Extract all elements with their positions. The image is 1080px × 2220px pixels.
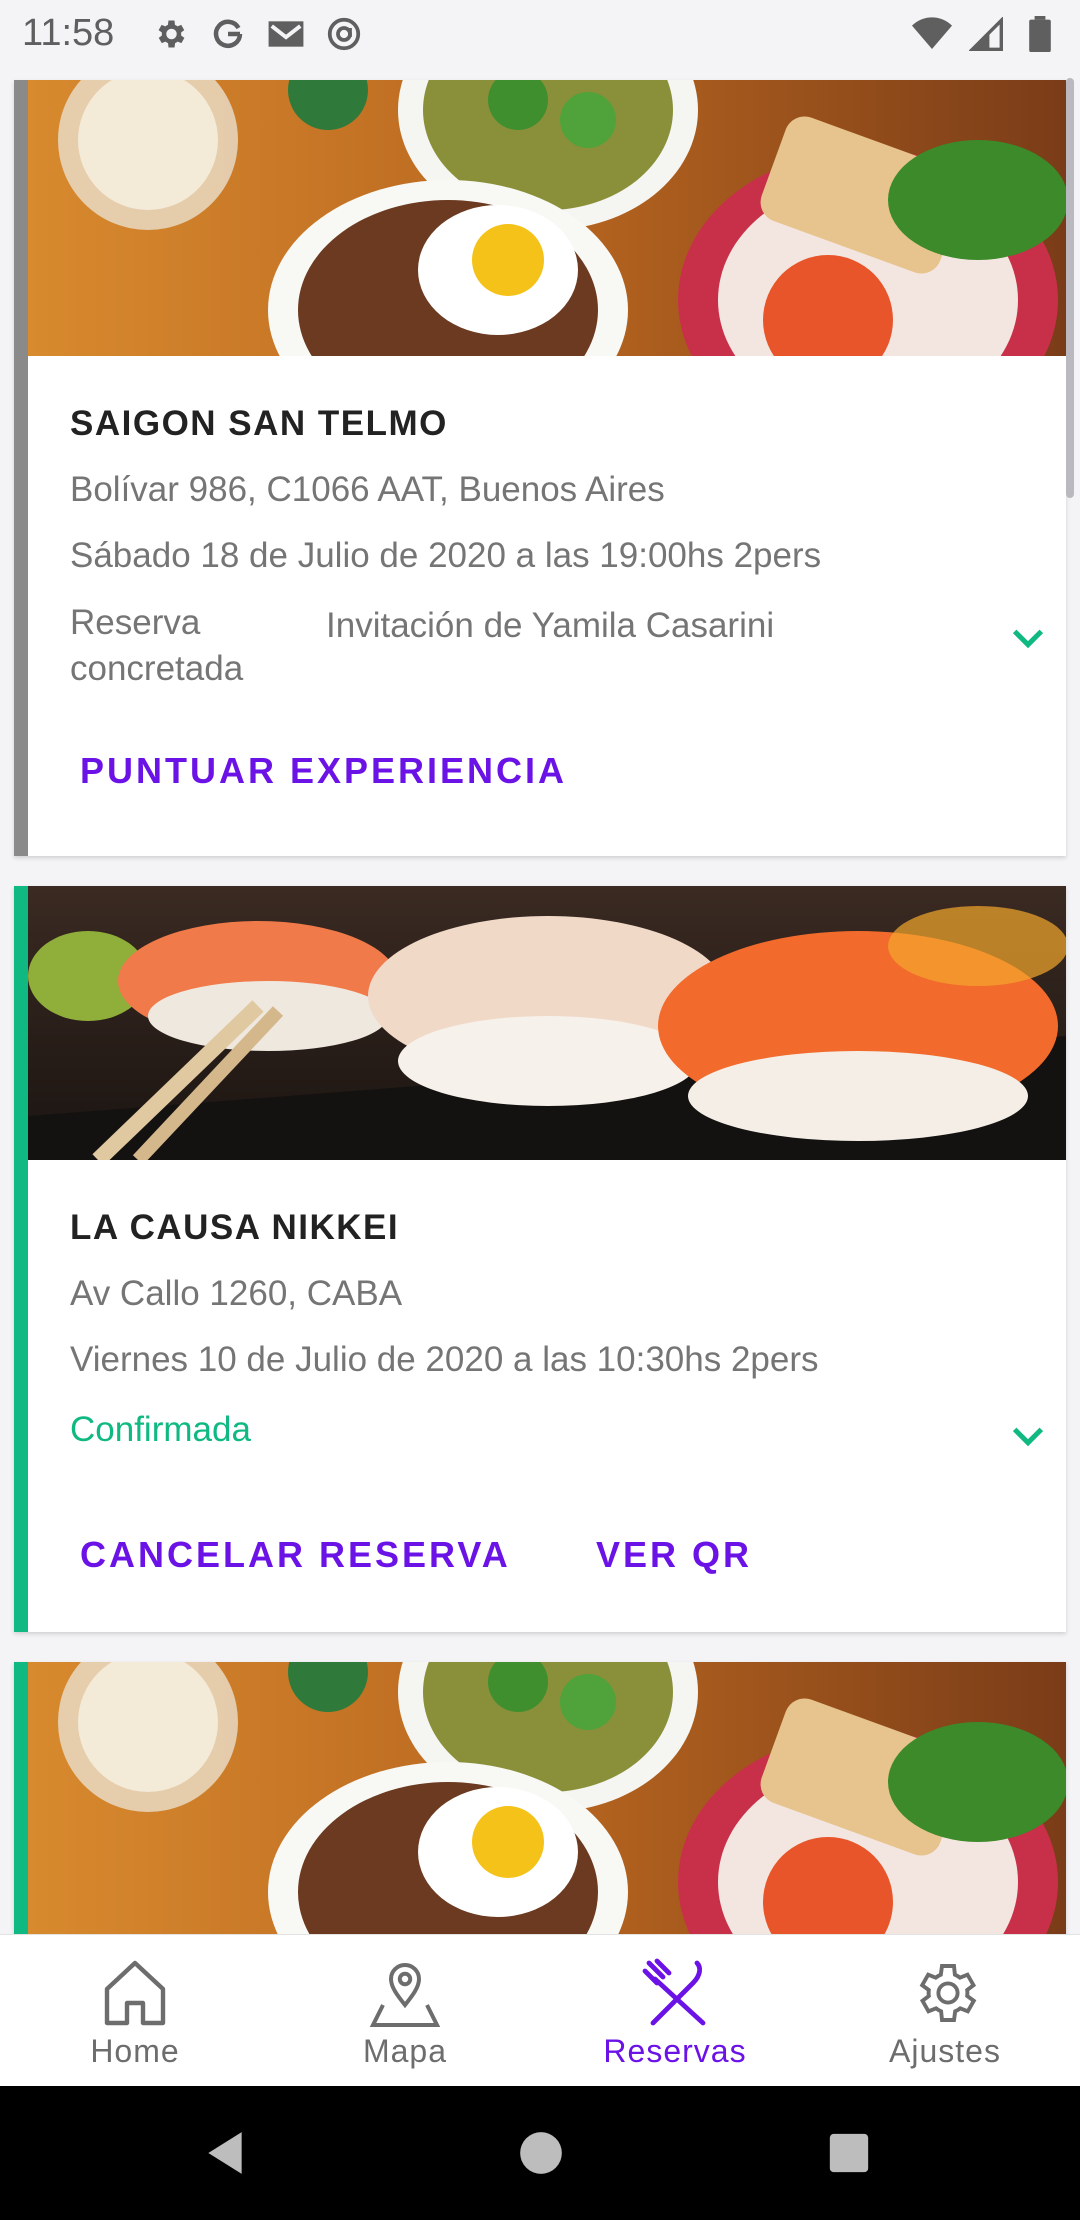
- nav-label: Mapa: [362, 2033, 448, 2069]
- reservation-datetime: Viernes 10 de Julio de 2020 a las 10:30h…: [70, 1340, 819, 1379]
- status-time: 11:58: [22, 12, 115, 54]
- back-icon[interactable]: [200, 2128, 250, 2183]
- rate-experience-button[interactable]: PUNTUAR EXPERIENCIA: [80, 750, 567, 792]
- signal-icon: [966, 14, 1006, 54]
- recents-icon[interactable]: [826, 2130, 872, 2181]
- card-accent-bar: [14, 1662, 28, 1934]
- nav-label: Reservas: [603, 2033, 747, 2069]
- nav-label: Home: [90, 2033, 180, 2069]
- map-pin-icon: [367, 1957, 443, 2029]
- reservation-card[interactable]: SAIGON SAN TELMO Bolívar 986, C1066 AAT,…: [14, 80, 1066, 856]
- nav-item-reservas[interactable]: Reservas: [540, 1935, 810, 2087]
- wifi-icon: [912, 14, 952, 54]
- chevron-down-icon[interactable]: [1008, 618, 1048, 658]
- gmail-icon: [266, 14, 306, 54]
- invitation-text: Invitación de Yamila Casarini: [326, 606, 775, 645]
- restaurant-photo: [28, 80, 1066, 356]
- nav-label: Ajustes: [889, 2033, 1001, 2069]
- reservation-status: Reserva concretada: [70, 603, 244, 688]
- nav-item-home[interactable]: Home: [0, 1935, 270, 2087]
- restaurant-name: SAIGON SAN TELMO: [70, 404, 448, 443]
- restaurant-address: Av Callo 1260, CABA: [70, 1274, 403, 1313]
- reservation-card[interactable]: LA CAUSA NIKKEI Av Callo 1260, CABA Vier…: [14, 886, 1066, 1632]
- card-accent-bar: [14, 80, 28, 856]
- cancel-reservation-button[interactable]: CANCELAR RESERVA: [80, 1534, 511, 1576]
- home-button-icon[interactable]: [516, 2128, 566, 2183]
- google-icon: [208, 14, 248, 54]
- restaurant-photo: [28, 886, 1066, 1160]
- reservation-datetime: Sábado 18 de Julio de 2020 a las 19:00hs…: [70, 536, 822, 575]
- chevron-down-icon[interactable]: [1008, 1416, 1048, 1456]
- restaurant-photo: [28, 1662, 1066, 1934]
- scrollbar[interactable]: [1066, 78, 1074, 498]
- reservation-status: Confirmada: [70, 1410, 251, 1449]
- card-accent-bar: [14, 886, 28, 1632]
- gear-icon: [907, 1957, 983, 2029]
- battery-icon: [1020, 14, 1060, 54]
- reservation-card[interactable]: [14, 1662, 1066, 1934]
- restaurant-name: LA CAUSA NIKKEI: [70, 1208, 400, 1247]
- restaurant-address: Bolívar 986, C1066 AAT, Buenos Aires: [70, 470, 665, 509]
- nav-item-mapa[interactable]: Mapa: [270, 1935, 540, 2087]
- at-sign-icon: [324, 14, 364, 54]
- fork-knife-icon: [637, 1957, 713, 2029]
- status-bar: 11:58: [0, 0, 1080, 68]
- nav-item-ajustes[interactable]: Ajustes: [810, 1935, 1080, 2087]
- system-navigation-bar: [0, 2086, 1080, 2220]
- bottom-navigation: Home Mapa Reservas Ajustes: [0, 1934, 1080, 2087]
- gear-icon: [150, 14, 190, 54]
- reservations-list[interactable]: SAIGON SAN TELMO Bolívar 986, C1066 AAT,…: [0, 68, 1080, 1934]
- home-icon: [97, 1957, 173, 2029]
- view-qr-button[interactable]: VER QR: [596, 1534, 752, 1576]
